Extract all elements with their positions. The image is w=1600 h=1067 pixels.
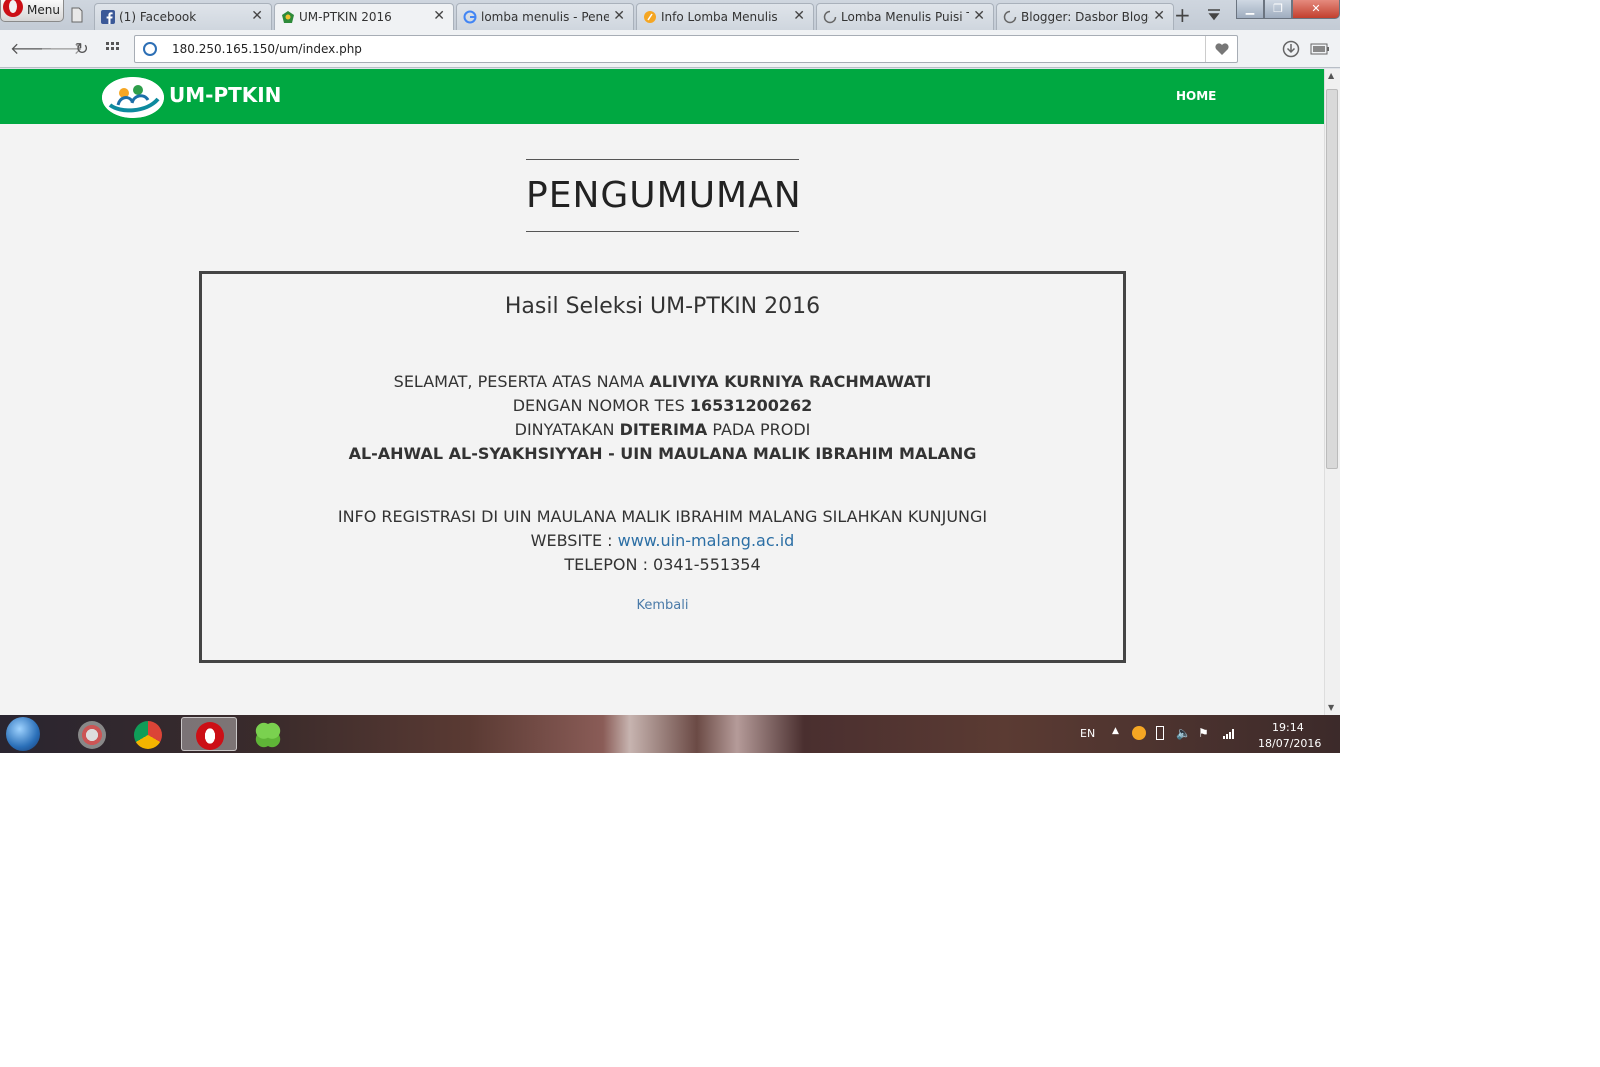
result-title: Hasil Seleksi UM-PTKIN 2016 [504,294,821,319]
registration-info: INFO REGISTRASI DI UIN MAULANA MALIK IBR… [337,507,988,526]
test-number: 16531200262 [689,396,813,415]
browser-window: Menu (1) Facebook ✕ UM-PTKIN 2016 ✕ lomb… [0,0,1340,753]
tab-title: lomba menulis - Penelu [481,10,609,24]
tab-title: Blogger: Dasbor Blogger [1021,10,1149,24]
program-line: AL-AHWAL AL-SYAKHSIYYAH - UIN MAULANA MA… [202,444,1123,463]
taskbar-opera[interactable] [181,717,237,751]
power-icon[interactable] [1156,726,1164,740]
clover-icon [254,721,282,749]
address-input[interactable]: 180.250.165.150/um/index.php [172,42,362,56]
app-tray-icon[interactable] [1132,726,1146,740]
result-box: Hasil Seleksi UM-PTKIN 2016 SELAMAT, PES… [199,271,1126,663]
scroll-down-icon[interactable]: ▼ [1328,703,1334,712]
app-icon [78,721,106,749]
show-hidden-icons-icon[interactable]: ▲ [1112,726,1126,740]
tab-umptkin[interactable]: UM-PTKIN 2016 ✕ [274,3,454,31]
umptkin-icon [282,11,294,23]
action-center-flag-icon[interactable]: ⚑ [1198,726,1212,740]
close-tab-icon[interactable]: ✕ [251,8,263,24]
system-tray: EN ▲ 🔈 ⚑ 19:14 18/07/2016 [1076,715,1340,753]
page-title: PENGUMUMAN [526,175,802,216]
heart-icon [1215,43,1229,55]
clock-date[interactable]: 18/07/2016 [1258,737,1321,750]
close-tab-icon[interactable]: ✕ [793,8,805,24]
tab-title: Lomba Menulis Puisi Te [841,10,969,24]
congrats-text: SELAMAT, PESERTA ATAS NAMA [393,372,650,391]
tab-facebook[interactable]: (1) Facebook ✕ [94,3,272,30]
tab-title: Info Lomba Menulis [661,10,778,24]
back-link[interactable]: Kembali [202,598,1123,613]
opera-menu-button[interactable]: Menu [0,0,64,22]
chrome-icon [134,721,162,749]
security-icon[interactable] [143,42,157,56]
tab-google-search[interactable]: lomba menulis - Penelu ✕ [456,3,634,30]
new-tab-button[interactable]: + [1174,3,1191,27]
website-link[interactable]: www.uin-malang.ac.id [618,531,795,550]
loading-icon [823,10,837,24]
close-tab-icon[interactable]: ✕ [973,8,985,24]
address-bar[interactable]: 180.250.165.150/um/index.php [134,35,1238,63]
maximize-button[interactable]: ❐ [1264,0,1292,19]
status-line: DINYATAKAN DITERIMA PADA PRODI [202,420,1123,439]
admission-status: DITERIMA [619,420,708,439]
title-divider [526,159,799,160]
website-line: WEBSITE : www.uin-malang.ac.id [202,531,1123,550]
loading-icon [1003,10,1017,24]
taskbar: EN ▲ 🔈 ⚑ 19:14 18/07/2016 [0,715,1340,753]
minimize-button[interactable]: ▁ [1236,0,1264,19]
nav-home-link[interactable]: HOME [1176,89,1216,103]
congrats-line: SELAMAT, PESERTA ATAS NAMA ALIVIYA KURNI… [202,372,1123,391]
close-tab-icon[interactable]: ✕ [1153,8,1165,24]
opera-icon [196,722,224,750]
phone-line: TELEPON : 0341-551354 [564,555,761,574]
tab-lomba-puisi[interactable]: Lomba Menulis Puisi Te ✕ [816,3,994,30]
taskbar-app-orb[interactable] [64,717,120,751]
back-icon[interactable]: 🡐 [10,39,53,59]
program-name: AL-AHWAL AL-SYAKHSIYYAH - UIN MAULANA MA… [348,444,977,463]
scrollbar-thumb[interactable] [1326,89,1338,469]
menu-label: Menu [27,3,60,17]
site-icon [644,11,656,23]
scroll-up-icon[interactable]: ▲ [1328,71,1334,80]
test-number-line: DENGAN NOMOR TES 16531200262 [202,396,1123,415]
reload-icon[interactable]: ↻ [72,39,92,59]
battery-icon[interactable] [1310,43,1330,55]
close-tab-icon[interactable]: ✕ [433,8,445,24]
participant-name: ALIVIYA KURNIYA RACHMAWATI [649,372,932,391]
google-icon [463,10,477,24]
window-controls: ▁ ❐ ✕ [1236,0,1340,20]
tab-title: UM-PTKIN 2016 [299,10,392,24]
site-header: UM-PTKIN HOME [0,69,1324,124]
facebook-icon [101,10,115,24]
language-indicator[interactable]: EN [1080,727,1095,740]
title-divider [526,231,799,232]
status-prefix: DINYATAKAN [514,420,620,439]
volume-icon[interactable]: 🔈 [1176,726,1191,740]
speed-dial-icon[interactable] [70,7,84,23]
network-icon[interactable] [1222,726,1236,740]
test-number-label: DENGAN NOMOR TES [512,396,690,415]
forward-icon[interactable]: 🡒 [40,39,83,59]
start-button[interactable] [6,717,40,751]
umptkin-logo-icon[interactable] [102,77,164,118]
speed-dial-grid-icon[interactable] [106,42,120,56]
navigation-bar: 🡐 🡒 ↻ 180.250.165.150/um/index.php [0,30,1340,68]
site-name[interactable]: UM-PTKIN [169,83,281,107]
download-icon[interactable] [1282,40,1300,58]
tab-strip: Menu (1) Facebook ✕ UM-PTKIN 2016 ✕ lomb… [0,0,1340,31]
taskbar-clover[interactable] [240,717,296,751]
bookmark-button[interactable] [1205,36,1237,62]
opera-logo-icon [3,0,23,17]
close-tab-icon[interactable]: ✕ [613,8,625,24]
close-window-button[interactable]: ✕ [1292,0,1340,19]
tab-blogger[interactable]: Blogger: Dasbor Blogger ✕ [996,3,1174,30]
tab-info-lomba[interactable]: Info Lomba Menulis ✕ [636,3,814,30]
status-suffix: PADA PRODI [707,420,811,439]
taskbar-chrome[interactable] [120,717,176,751]
clock-time[interactable]: 19:14 [1272,721,1304,734]
website-label: WEBSITE : [530,531,618,550]
page-viewport: UM-PTKIN HOME PENGUMUMAN Hasil Seleksi U… [0,69,1340,715]
tab-title: (1) Facebook [119,10,197,24]
tab-menu-icon[interactable] [1206,6,1222,22]
